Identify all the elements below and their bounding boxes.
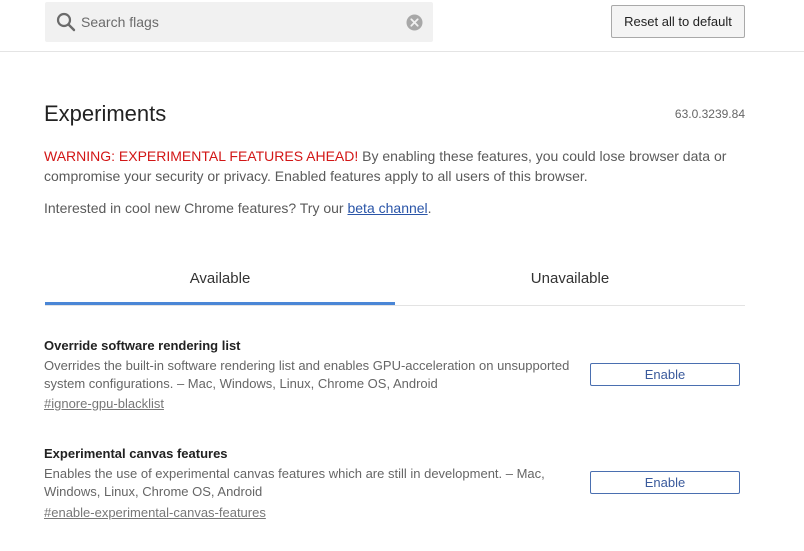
tab-selected-indicator: [45, 302, 395, 305]
experiment-title: Override software rendering list: [44, 338, 241, 353]
search-box[interactable]: [45, 2, 433, 42]
beta-notice-text: Interested in cool new Chrome features? …: [44, 200, 348, 216]
beta-channel-notice: Interested in cool new Chrome features? …: [44, 199, 432, 218]
enable-button[interactable]: Enable: [590, 471, 740, 494]
experiment-description: Overrides the built-in software renderin…: [44, 358, 570, 391]
tab-available[interactable]: Available: [45, 254, 395, 304]
search-icon: [56, 12, 76, 32]
page-title: Experiments: [44, 101, 167, 126]
experiment-item: Override software rendering list Overrid…: [44, 337, 744, 411]
search-input[interactable]: [81, 2, 391, 42]
reset-all-button[interactable]: Reset all to default: [611, 5, 745, 38]
experiment-item: Experimental canvas features Enables the…: [44, 445, 744, 520]
tab-bar: Available Unavailable: [45, 254, 745, 306]
enable-button[interactable]: Enable: [590, 363, 740, 386]
experiment-title: Experimental canvas features: [44, 446, 228, 461]
beta-channel-link[interactable]: beta channel: [347, 200, 427, 216]
experiment-permalink[interactable]: #ignore-gpu-blacklist: [44, 396, 164, 411]
warning-heading: WARNING: EXPERIMENTAL FEATURES AHEAD!: [44, 148, 359, 164]
version-label: 63.0.3239.84: [674, 107, 745, 121]
beta-notice-suffix: .: [427, 200, 432, 216]
tab-unavailable[interactable]: Unavailable: [395, 254, 745, 304]
warning-message: WARNING: EXPERIMENTAL FEATURES AHEAD! By…: [44, 147, 734, 186]
experiment-permalink[interactable]: #enable-experimental-canvas-features: [44, 505, 266, 520]
clear-icon[interactable]: [406, 14, 423, 31]
experiment-description: Enables the use of experimental canvas f…: [44, 466, 545, 499]
top-bar: Reset all to default: [0, 0, 804, 52]
